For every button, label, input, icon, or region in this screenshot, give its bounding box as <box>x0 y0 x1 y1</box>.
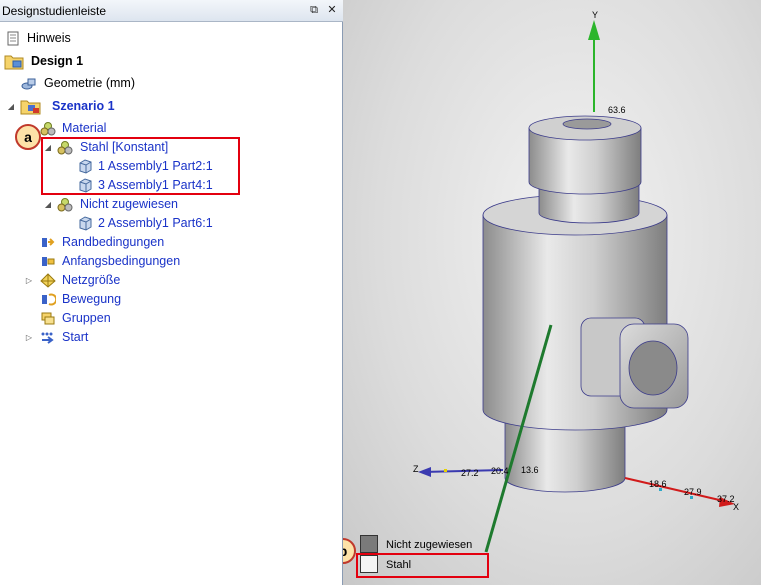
material-icon <box>57 198 73 212</box>
tree-item-bewegung[interactable]: Bewegung <box>0 290 340 309</box>
y-axis-label: Y <box>592 10 598 20</box>
tree-item-randbedingungen[interactable]: Randbedingungen <box>0 233 340 252</box>
tree-label: Bewegung <box>62 292 122 306</box>
design-folder-icon <box>4 55 24 70</box>
tree-item-design[interactable]: Design 1 <box>0 51 340 72</box>
highlight-box-a <box>41 137 240 195</box>
x-tick-label: 18.6 <box>649 479 667 489</box>
tree-item-nicht-zugewiesen[interactable]: ◢ Nicht zugewiesen <box>0 195 340 214</box>
z-tick-label: 20.4 <box>491 466 509 476</box>
panel-title: Designstudienleiste <box>2 4 107 18</box>
tree-label: Material <box>62 121 107 135</box>
tree-label: Randbedingungen <box>62 235 165 249</box>
top-cylinder <box>528 115 642 195</box>
tree-item-szenario[interactable]: ◢ Szenario 1 <box>0 96 340 117</box>
document-icon <box>7 31 19 46</box>
material-icon <box>40 122 56 136</box>
tree-label: Nicht zugewiesen <box>80 197 178 211</box>
tree-item-start[interactable]: ▷ Start <box>0 328 340 347</box>
z-tick-label: 27.2 <box>461 468 479 478</box>
x-axis: X 18.6 27.9 37.2 <box>624 477 739 512</box>
collapsed-arrow-icon[interactable]: ▷ <box>24 271 34 290</box>
y-tick-label: 63.6 <box>608 105 626 115</box>
side-connector <box>580 317 689 409</box>
run-icon <box>41 332 54 344</box>
tree-item-hinweis[interactable]: Hinweis <box>0 29 340 48</box>
float-window-icon[interactable]: ⧉ <box>306 3 322 18</box>
legend-label: Nicht zugewiesen <box>386 539 473 551</box>
collapsed-arrow-icon[interactable]: ▷ <box>24 328 34 347</box>
scenario-folder-icon <box>20 100 41 115</box>
expand-arrow-icon[interactable]: ◢ <box>43 195 53 214</box>
tree-label: 2 Assembly1 Part6:1 <box>98 216 213 230</box>
part-cube-icon <box>79 216 92 231</box>
model-canvas: Y 63.6 Z 27.2 20.4 13.6 X 18.6 27.9 37.2 <box>413 10 739 553</box>
tree-label: Gruppen <box>62 311 111 325</box>
tree-label: Netzgröße <box>62 273 121 287</box>
annotation-badge-a: a <box>15 124 41 150</box>
tree-item-gruppen[interactable]: Gruppen <box>0 309 340 328</box>
model-viewport[interactable]: Y 63.6 Z 27.2 20.4 13.6 X 18.6 27.9 37.2… <box>343 0 761 585</box>
boundary-condition-icon <box>42 238 55 247</box>
z-tick-label: 13.6 <box>521 465 539 475</box>
x-tick-label: 27.9 <box>684 487 702 497</box>
design-study-bar: Designstudienleiste ⧉ ✕ Hinweis Design 1… <box>0 0 343 585</box>
y-axis: Y 63.6 <box>588 10 626 115</box>
motion-icon <box>42 293 56 306</box>
close-icon[interactable]: ✕ <box>324 3 340 18</box>
tree-label: Start <box>62 330 89 344</box>
z-axis-label: Z <box>413 464 419 474</box>
mesh-icon <box>40 273 56 288</box>
x-tick-label: 37.2 <box>717 494 735 504</box>
panel-titlebar: Designstudienleiste ⧉ ✕ <box>0 0 343 22</box>
highlight-box-b <box>356 553 489 578</box>
tree-item-geometrie[interactable]: Geometrie (mm) <box>0 74 340 93</box>
tree-label: Anfangsbedingungen <box>62 254 181 268</box>
initial-condition-icon <box>42 257 55 266</box>
tree-item-material[interactable]: Material <box>0 119 340 138</box>
tree-item-netzgroesse[interactable]: ▷ Netzgröße <box>0 271 340 290</box>
tree-label: Geometrie (mm) <box>44 76 135 90</box>
tree-label: Szenario 1 <box>52 99 115 113</box>
tree-label: Design 1 <box>31 54 84 68</box>
tree-label: Hinweis <box>27 31 71 45</box>
tree-item-anfangsbedingungen[interactable]: Anfangsbedingungen <box>0 252 340 271</box>
expand-arrow-icon[interactable]: ◢ <box>6 97 16 116</box>
tree-item-part2[interactable]: 2 Assembly1 Part6:1 <box>0 214 340 233</box>
geometry-icon <box>21 78 36 90</box>
groups-icon <box>41 312 55 325</box>
legend-swatch-nicht-zugewiesen <box>360 535 378 553</box>
